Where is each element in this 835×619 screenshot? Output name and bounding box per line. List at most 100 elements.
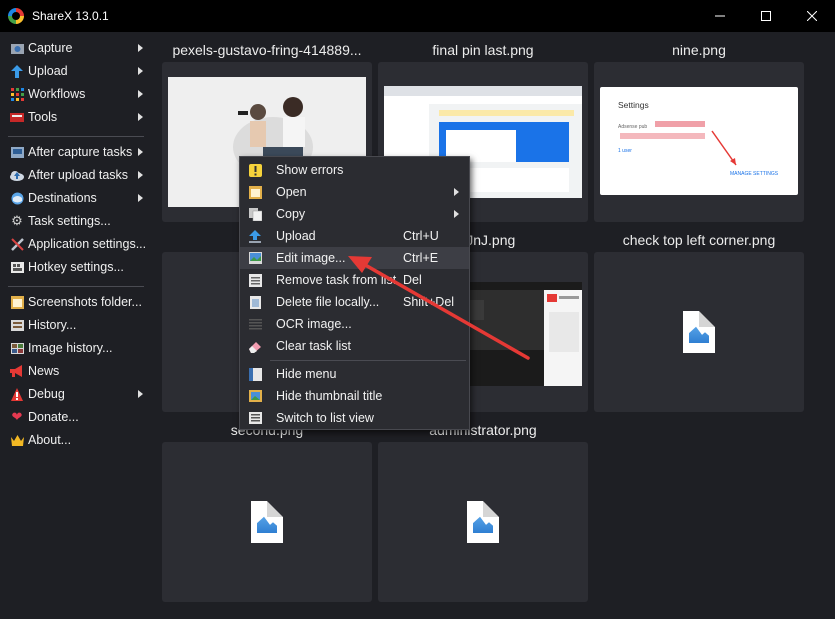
close-button[interactable] (789, 0, 835, 32)
sidebar-item-news[interactable]: News (0, 360, 152, 382)
debug-icon (10, 387, 24, 401)
thumbnail-title: nine.png (672, 42, 726, 58)
menu-item-label: OCR image... (276, 317, 352, 331)
menu-item-shortcut: Shift+Del (403, 295, 455, 309)
menu-item-label: Edit image... (276, 251, 346, 265)
sidebar-item-image-history[interactable]: Image history... (0, 337, 152, 359)
menu-item-switch-to-list-view[interactable]: Switch to list view (240, 407, 469, 429)
sidebar-item-destinations[interactable]: Destinations (0, 187, 152, 209)
megaphone-icon (10, 364, 24, 378)
hide-menu-icon (248, 367, 262, 381)
menu-item-edit-image[interactable]: Edit image... Ctrl+E (240, 247, 469, 269)
menu-item-label: Switch to list view (276, 411, 374, 425)
sidebar-item-hotkey-settings[interactable]: Hotkey settings... (0, 256, 152, 278)
thumbnail-tile[interactable]: Settings Adsense pub 1 user MANAGE SETTI… (594, 62, 804, 222)
capture-icon (10, 41, 24, 55)
sidebar-item-upload[interactable]: Upload (0, 60, 152, 82)
red-arrow-annotation (711, 130, 737, 166)
menu-item-remove-task[interactable]: Remove task from list Del (240, 269, 469, 291)
after-upload-icon (10, 168, 24, 182)
delete-file-icon (248, 295, 262, 309)
ocr-icon (248, 317, 262, 331)
heart-icon: ❤ (11, 409, 23, 424)
menu-item-label: Upload (276, 229, 316, 243)
menu-item-label: Hide menu (276, 367, 337, 381)
upload-icon (248, 229, 262, 243)
open-icon (248, 185, 262, 199)
image-file-icon (467, 501, 499, 543)
context-menu: Show errors Open Copy Upload Ctrl+U Edit… (239, 156, 470, 430)
menu-item-shortcut: Del (403, 273, 422, 287)
sidebar-item-tools[interactable]: Tools (0, 106, 152, 128)
warning-icon (248, 163, 262, 177)
thumbnail-tile[interactable] (594, 252, 804, 412)
thumbnail-icon (248, 389, 262, 403)
menu-item-clear-task-list[interactable]: Clear task list (240, 335, 469, 357)
menu-item-upload[interactable]: Upload Ctrl+U (240, 225, 469, 247)
menu-item-label: Show errors (276, 163, 344, 177)
sidebar-item-workflows[interactable]: Workflows (0, 83, 152, 105)
image-file-icon (251, 501, 283, 543)
sidebar-item-about[interactable]: About... (0, 429, 152, 451)
sidebar-item-label: Hotkey settings... (28, 260, 124, 274)
sidebar-item-capture[interactable]: Capture (0, 37, 152, 59)
list-view-icon (248, 411, 262, 425)
sidebar-item-label: Debug (28, 387, 65, 401)
menu-item-hide-menu[interactable]: Hide menu (240, 363, 469, 385)
sidebar-item-donate[interactable]: ❤ Donate... (0, 406, 152, 428)
menu-item-hide-thumbnail-title[interactable]: Hide thumbnail title (240, 385, 469, 407)
sidebar-item-application-settings[interactable]: Application settings... (0, 233, 152, 255)
thumbnail-tile[interactable] (378, 442, 588, 602)
maximize-button[interactable] (743, 0, 789, 32)
sidebar-item-label: Capture (28, 41, 73, 55)
gear-icon: ⚙ (11, 213, 23, 228)
sidebar-item-debug[interactable]: Debug (0, 383, 152, 405)
sidebar: Capture Upload Workflows Tools After cap… (0, 32, 152, 619)
minimize-button[interactable] (697, 0, 743, 32)
wrench-icon (10, 237, 24, 251)
menu-item-label: Copy (276, 207, 306, 221)
menu-item-copy[interactable]: Copy (240, 203, 469, 225)
menu-item-delete-file[interactable]: Delete file locally... Shift+Del (240, 291, 469, 313)
sidebar-item-label: After upload tasks (28, 168, 129, 182)
sidebar-item-label: Task settings... (28, 214, 111, 228)
crown-icon (10, 433, 24, 447)
window-title: ShareX 13.0.1 (32, 9, 109, 23)
sidebar-item-label: Tools (28, 110, 58, 124)
menu-item-ocr-image[interactable]: OCR image... (240, 313, 469, 335)
menu-item-open[interactable]: Open (240, 181, 469, 203)
eraser-icon (248, 339, 262, 353)
sidebar-item-label: About... (28, 433, 72, 447)
image-history-icon (10, 341, 24, 355)
thumbnail-title: final pin last.png (432, 42, 534, 58)
title-bar: ShareX 13.0.1 (0, 0, 835, 32)
thumbnail-title: pexels-gustavo-fring-414889... (172, 42, 362, 58)
upload-icon (10, 64, 24, 78)
history-icon (10, 318, 24, 332)
menu-item-show-errors[interactable]: Show errors (240, 159, 469, 181)
remove-icon (248, 273, 262, 287)
sidebar-item-label: Destinations (28, 191, 97, 205)
sidebar-item-label: Donate... (28, 410, 79, 424)
sharex-logo-icon (8, 8, 24, 24)
menu-item-label: Open (276, 185, 307, 199)
keyboard-icon (10, 260, 24, 274)
thumbnail-tile[interactable] (162, 442, 372, 602)
copy-icon (248, 207, 262, 221)
menu-item-label: Delete file locally... (276, 295, 380, 309)
folder-icon (10, 295, 24, 309)
sidebar-item-label: News (28, 364, 60, 378)
sidebar-item-after-capture-tasks[interactable]: After capture tasks (0, 141, 152, 163)
menu-item-shortcut: Ctrl+U (403, 229, 439, 243)
sidebar-divider (8, 286, 144, 287)
sidebar-item-screenshots-folder[interactable]: Screenshots folder... (0, 291, 152, 313)
sidebar-item-task-settings[interactable]: ⚙ Task settings... (0, 210, 152, 232)
sidebar-item-after-upload-tasks[interactable]: After upload tasks (0, 164, 152, 186)
menu-divider (270, 360, 466, 361)
menu-item-label: Hide thumbnail title (276, 389, 383, 403)
tools-icon (10, 110, 24, 124)
sidebar-item-history[interactable]: History... (0, 314, 152, 336)
sidebar-item-label: After capture tasks (28, 145, 133, 159)
menu-item-label: Clear task list (276, 339, 352, 353)
sidebar-item-label: Workflows (28, 87, 86, 101)
